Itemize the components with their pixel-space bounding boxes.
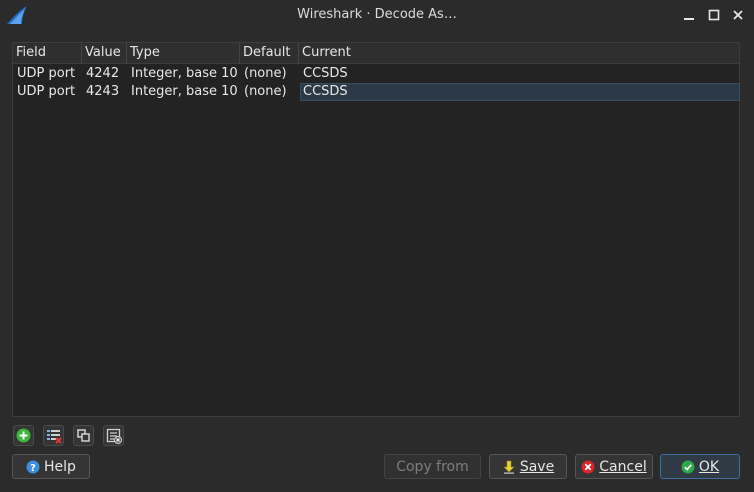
cell-type: Integer, base 10 — [131, 84, 238, 99]
cell-current[interactable]: CCSDS — [299, 65, 741, 83]
cell-default: (none) — [244, 66, 287, 81]
copy-from-button[interactable]: Copy from — [384, 454, 481, 479]
minimize-button[interactable] — [680, 6, 698, 24]
table-row[interactable]: UDP port 4243 Integer, base 10 (none) CC… — [13, 83, 741, 101]
help-label: Help — [44, 458, 76, 475]
cancel-icon — [581, 460, 595, 473]
column-header-default[interactable]: Default — [240, 43, 299, 64]
add-icon — [16, 428, 31, 443]
remove-entry-button[interactable] — [43, 425, 64, 446]
cell-value: 4242 — [86, 66, 120, 81]
copy-from-label: Copy from — [396, 458, 469, 475]
cell-current[interactable]: CCSDS — [299, 83, 741, 101]
column-header-value[interactable]: Value — [82, 43, 127, 64]
table-row[interactable]: UDP port 4242 Integer, base 10 (none) CC… — [13, 65, 739, 83]
window-title: Wireshark · Decode As… — [297, 7, 457, 22]
copy-icon — [77, 429, 90, 442]
remove-icon — [46, 429, 62, 444]
copy-entry-button[interactable] — [73, 425, 94, 446]
close-button[interactable] — [729, 6, 747, 24]
cell-type: Integer, base 10 — [131, 66, 238, 81]
clear-entries-button[interactable] — [103, 425, 124, 446]
cancel-label: Cancel — [599, 458, 647, 475]
decode-as-table[interactable]: Field Value Type Default Current UDP por… — [12, 42, 740, 417]
ok-button[interactable]: OK — [660, 454, 740, 479]
column-header-field[interactable]: Field — [13, 43, 82, 64]
maximize-button[interactable] — [705, 6, 723, 24]
column-header-type[interactable]: Type — [127, 43, 240, 64]
help-icon: ? — [26, 460, 40, 474]
cell-default: (none) — [244, 84, 287, 99]
save-label: Save — [519, 458, 555, 475]
ok-check-icon — [681, 460, 695, 473]
clear-icon — [106, 428, 122, 444]
table-header: Field Value Type Default Current — [13, 43, 739, 64]
svg-text:?: ? — [30, 463, 36, 474]
maximize-icon — [708, 9, 720, 21]
ok-label: OK — [698, 458, 720, 475]
close-icon — [733, 10, 743, 20]
save-arrow-icon — [503, 460, 515, 474]
save-button[interactable]: Save — [489, 454, 567, 479]
minimize-icon — [684, 18, 694, 20]
title-bar: Wireshark · Decode As… — [0, 0, 754, 30]
cell-field: UDP port — [17, 66, 76, 81]
column-header-current[interactable]: Current — [299, 43, 741, 64]
help-button[interactable]: ? Help — [12, 454, 90, 479]
cell-value: 4243 — [86, 84, 120, 99]
add-entry-button[interactable] — [13, 425, 34, 446]
cell-field: UDP port — [17, 84, 76, 99]
cancel-button[interactable]: Cancel — [575, 454, 653, 479]
